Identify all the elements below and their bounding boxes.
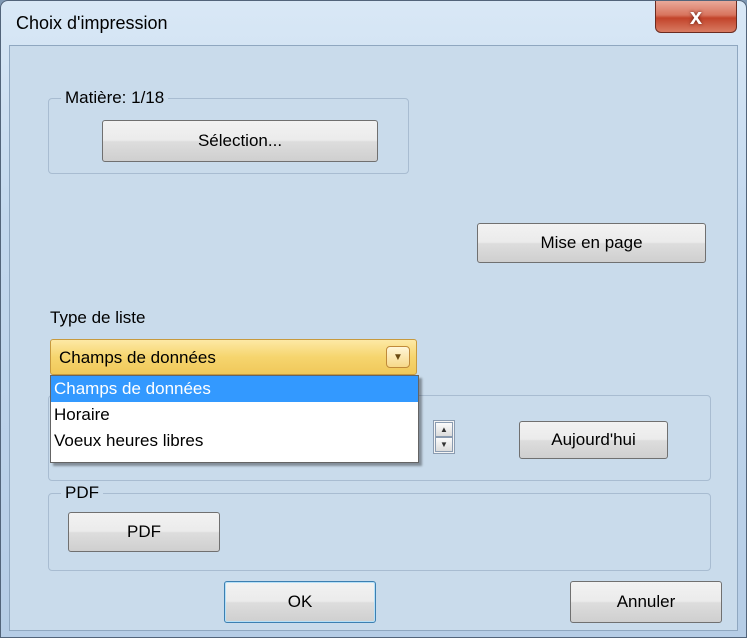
dropdown-option[interactable]: Champs de données: [51, 376, 418, 402]
subject-group-legend: Matière: 1/18: [61, 88, 169, 108]
print-dialog-window: Choix d'impression x Matière: 1/18 Sélec…: [0, 0, 747, 638]
spin-down-icon[interactable]: ▼: [435, 437, 453, 452]
pdf-group-legend: PDF: [61, 483, 103, 503]
dialog-client-area: Matière: 1/18 Sélection... Mise en page …: [9, 45, 738, 631]
spin-up-icon[interactable]: ▲: [435, 422, 453, 437]
list-type-dropdown[interactable]: Champs de données Horaire Voeux heures l…: [50, 375, 419, 463]
window-title: Choix d'impression: [16, 13, 168, 33]
dropdown-option[interactable]: Voeux heures libres: [51, 428, 418, 454]
ok-button[interactable]: OK: [224, 581, 376, 623]
page-setup-button[interactable]: Mise en page: [477, 223, 706, 263]
date-spinner[interactable]: ▲ ▼: [433, 420, 455, 454]
close-icon: x: [689, 3, 703, 29]
close-button[interactable]: x: [655, 1, 737, 33]
title-bar[interactable]: Choix d'impression x: [1, 1, 746, 45]
list-type-combobox[interactable]: Champs de données ▼: [50, 339, 417, 375]
list-type-selected-value: Champs de données: [59, 348, 216, 367]
chevron-down-icon[interactable]: ▼: [386, 346, 410, 368]
list-type-label: Type de liste: [50, 308, 146, 327]
dropdown-option[interactable]: Horaire: [51, 402, 418, 428]
pdf-button[interactable]: PDF: [68, 512, 220, 552]
today-button[interactable]: Aujourd'hui: [519, 421, 668, 459]
selection-button[interactable]: Sélection...: [102, 120, 378, 162]
cancel-button[interactable]: Annuler: [570, 581, 722, 623]
